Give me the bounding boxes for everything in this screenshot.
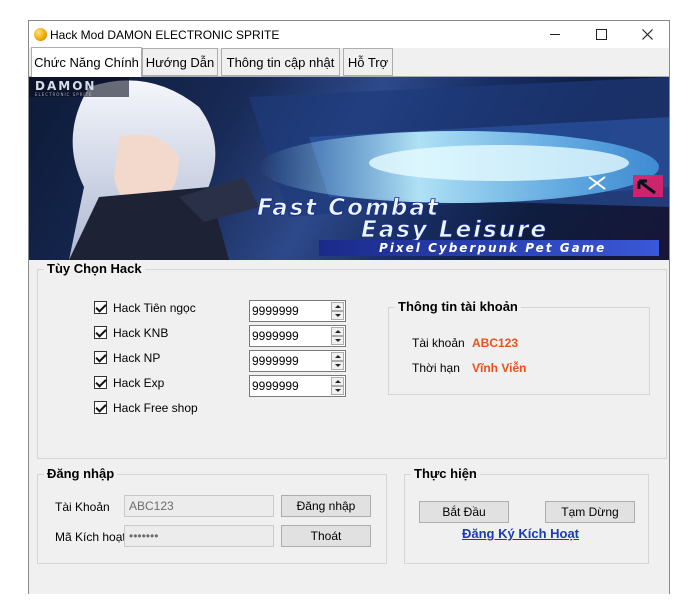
activation-code-field[interactable] <box>124 525 274 547</box>
value-input-tien-ngoc[interactable] <box>252 303 330 319</box>
tab-main-functions[interactable]: Chức Năng Chính <box>31 47 142 77</box>
label-hack-np: Hack NP <box>113 351 161 365</box>
checkbox-hack-knb[interactable] <box>94 326 107 339</box>
duration-value: Vĩnh Viễn <box>472 361 527 375</box>
label-hack-free-shop: Hack Free shop <box>113 401 198 415</box>
spin-up-icon[interactable] <box>331 377 344 386</box>
spinner-knb[interactable] <box>249 325 346 347</box>
checkbox-hack-np[interactable] <box>94 351 107 364</box>
login-account-label: Tài Khoản <box>55 500 110 514</box>
spinner-np[interactable] <box>249 350 346 372</box>
tab-update-info[interactable]: Thông tin cập nhật <box>221 48 340 76</box>
exit-button[interactable]: Thoát <box>281 525 371 547</box>
actions-title: Thực hiện <box>411 466 480 481</box>
tab-guide[interactable]: Hướng Dẫn <box>142 48 218 76</box>
banner-artwork: DAMON ELECTRONIC SPRITE Fast Combat Easy… <box>29 77 669 260</box>
app-icon <box>34 28 47 41</box>
tab-content: DAMON ELECTRONIC SPRITE Fast Combat Easy… <box>29 76 669 594</box>
hack-options-group: Tùy Chọn Hack Hack Tiên ngọc Hack KNB Ha… <box>37 261 667 459</box>
spin-up-icon[interactable] <box>331 302 344 311</box>
label-hack-knb: Hack KNB <box>113 326 169 340</box>
account-info-group: Thông tin tài khoản Tài khoản ABC123 Thờ… <box>388 299 650 395</box>
value-input-exp[interactable] <box>252 378 330 394</box>
checkbox-hack-free-shop[interactable] <box>94 401 107 414</box>
spin-down-icon[interactable] <box>331 386 344 395</box>
login-button[interactable]: Đăng nhập <box>281 495 371 517</box>
spin-down-icon[interactable] <box>331 336 344 345</box>
banner-tagline: Pixel Cyberpunk Pet Game <box>379 241 606 255</box>
login-title: Đăng nhập <box>44 466 118 481</box>
pause-button[interactable]: Tạm Dừng <box>545 501 635 523</box>
activation-code-label: Mã Kích hoạt <box>55 530 126 544</box>
checkbox-hack-tien-ngoc[interactable] <box>94 301 107 314</box>
account-label: Tài khoản <box>412 336 465 350</box>
window-title: Hack Mod DAMON ELECTRONIC SPRITE <box>50 28 280 42</box>
spin-down-icon[interactable] <box>331 311 344 320</box>
actions-group: Thực hiện Bắt Đầu Tạm Dừng Đăng Ký Kích … <box>404 466 649 564</box>
duration-label: Thời hạn <box>412 361 460 375</box>
close-icon <box>641 29 653 40</box>
spinner-exp[interactable] <box>249 375 346 397</box>
account-value: ABC123 <box>472 336 519 350</box>
account-info-title: Thông tin tài khoản <box>395 299 521 314</box>
minimize-icon <box>550 34 560 35</box>
hack-options-title: Tùy Chọn Hack <box>44 261 145 276</box>
close-button[interactable] <box>624 21 670 48</box>
start-button[interactable]: Bắt Đầu <box>419 501 509 523</box>
app-window: Hack Mod DAMON ELECTRONIC SPRITE Chức Nă… <box>28 20 670 594</box>
spinner-tien-ngoc[interactable] <box>249 300 346 322</box>
maximize-button[interactable] <box>578 21 624 48</box>
title-bar[interactable]: Hack Mod DAMON ELECTRONIC SPRITE <box>29 21 669 48</box>
login-group: Đăng nhập Tài Khoản Đăng nhập Mã Kích ho… <box>37 466 387 564</box>
value-input-knb[interactable] <box>252 328 330 344</box>
label-hack-exp: Hack Exp <box>113 376 165 390</box>
game-banner: DAMON ELECTRONIC SPRITE Fast Combat Easy… <box>29 77 669 260</box>
spin-up-icon[interactable] <box>331 327 344 336</box>
banner-logo-main: DAMON <box>35 79 96 93</box>
login-account-field[interactable] <box>124 495 274 517</box>
register-activation-link[interactable]: Đăng Ký Kích Hoạt <box>462 526 579 541</box>
checkbox-hack-exp[interactable] <box>94 376 107 389</box>
spin-down-icon[interactable] <box>331 361 344 370</box>
maximize-icon <box>595 29 607 40</box>
banner-logo-sub: ELECTRONIC SPRITE <box>35 92 93 97</box>
tab-support[interactable]: Hỗ Trợ <box>343 48 393 76</box>
label-hack-tien-ngoc: Hack Tiên ngọc <box>113 301 196 315</box>
banner-headline-2: Easy Leisure <box>361 217 548 243</box>
value-input-np[interactable] <box>252 353 330 369</box>
spin-up-icon[interactable] <box>331 352 344 361</box>
minimize-button[interactable] <box>532 21 578 48</box>
